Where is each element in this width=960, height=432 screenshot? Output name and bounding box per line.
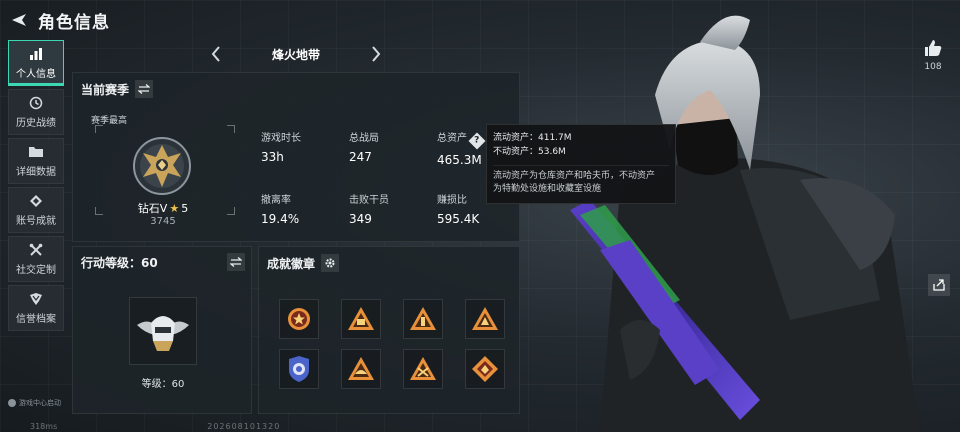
star-medal-icon <box>288 308 310 330</box>
tooltip-description: 流动资产为仓库资产和哈夫币，不动资产 为特勤处设施和收藏室设施 <box>493 165 669 196</box>
character-artwork <box>570 15 920 432</box>
level-title: 行动等级：60 <box>81 256 158 270</box>
tooltip-liquid-assets: 流动资产：411.7M <box>493 133 572 143</box>
level-emblem <box>129 297 197 365</box>
stat-profit-ratio: 赚损比 595.4K <box>437 195 480 226</box>
achievement-badge-3[interactable] <box>403 299 443 339</box>
stat-extraction-rate: 撤离率 19.4% <box>261 195 300 226</box>
achievements-title: 成就徽章 <box>267 256 316 271</box>
stat-play-time: 游戏时长 33h <box>261 133 301 164</box>
achievement-badge-8[interactable] <box>465 349 505 389</box>
achievement-badge-5[interactable] <box>279 349 319 389</box>
player-uid: 202608101320 <box>207 421 281 431</box>
chevron-left-icon[interactable] <box>206 44 226 64</box>
level-panel: 行动等级：60 等级：60 <box>72 246 252 414</box>
page-header: 角色信息 <box>8 6 110 34</box>
sidebar-item-label: 历史战绩 <box>16 118 56 129</box>
rank-score: 3745 <box>150 216 176 227</box>
sidebar-item-details[interactable]: 详细数据 <box>8 138 64 184</box>
achievement-badge-4[interactable] <box>465 299 505 339</box>
assets-tooltip: 流动资产：411.7M 不动资产：53.6M 流动资产为仓库资产和哈夫币，不动资… <box>486 124 676 204</box>
achievement-badge-7[interactable] <box>403 349 443 389</box>
stat-total-assets: 总资产? 465.3M <box>437 129 486 167</box>
share-icon <box>933 279 945 291</box>
mode-name: 烽火地带 <box>271 47 320 62</box>
achievements-panel: 成就徽章 <box>258 246 520 414</box>
stat-kills: 击败干员 349 <box>349 195 389 226</box>
sidebar-item-achievements[interactable]: 账号成就 <box>8 187 64 233</box>
sidebar-item-label: 社交定制 <box>16 265 56 276</box>
rank-emblem-icon <box>133 137 191 195</box>
page-title: 角色信息 <box>38 12 110 33</box>
season-title: 当前赛季 <box>81 82 130 97</box>
chevron-right-icon[interactable] <box>366 44 386 64</box>
share-button[interactable] <box>928 274 950 296</box>
sidebar-item-label: 账号成就 <box>16 216 56 227</box>
achievement-badge-1[interactable] <box>279 299 319 339</box>
sidebar-item-label: 个人信息 <box>16 69 56 80</box>
rank-name: 钻石V ★ 5 <box>137 201 189 216</box>
game-center-note: 游戏中心启动 <box>8 398 61 408</box>
sidebar-item-social[interactable]: 社交定制 <box>8 236 64 282</box>
triangle-badge-icon <box>348 307 374 330</box>
history-icon <box>29 95 43 111</box>
triangle-badge-icon <box>410 357 436 380</box>
season-panel: 当前赛季 赛季最高 钻石V ★ 5 3745 游戏时长 33h 总战局 247 … <box>72 72 520 242</box>
season-panel-header: 当前赛季 <box>81 80 154 98</box>
like-count: 108 <box>924 62 942 72</box>
triangle-badge-icon <box>472 307 498 330</box>
bar-chart-icon <box>29 46 43 62</box>
shield-badge-icon <box>289 356 309 382</box>
like-button[interactable]: 108 <box>918 38 948 72</box>
bottom-status-bar: 318ms 202608101320 <box>8 420 952 432</box>
tools-icon <box>29 242 43 258</box>
swap-season-button[interactable] <box>135 80 154 98</box>
folder-icon <box>28 144 44 160</box>
stat-total-matches: 总战局 247 <box>349 133 379 164</box>
star-icon: ★ <box>169 201 180 215</box>
achievement-icon <box>29 193 43 209</box>
winged-helmet-icon <box>137 316 189 351</box>
achievement-badge-6[interactable] <box>341 349 381 389</box>
achievements-panel-header: 成就徽章 <box>267 254 340 272</box>
help-icon[interactable]: ? <box>468 132 486 150</box>
achievement-badge-2[interactable] <box>341 299 381 339</box>
diamond-badge-icon <box>472 356 498 382</box>
gear-icon <box>325 258 335 268</box>
settings-gear-button[interactable] <box>321 254 340 272</box>
sidebar-item-label: 信誉档案 <box>16 314 56 325</box>
level-panel-header: 行动等级：60 <box>81 254 158 271</box>
sidebar: 个人信息 历史战绩 详细数据 账号成就 社交定制 信誉档案 <box>8 40 64 334</box>
triangle-badge-icon <box>410 307 436 330</box>
sidebar-item-history[interactable]: 历史战绩 <box>8 89 64 135</box>
ping-value: 318ms <box>30 421 58 431</box>
sidebar-item-reputation[interactable]: 信誉档案 <box>8 285 64 331</box>
thumbs-up-icon <box>925 40 942 56</box>
back-arrow-icon[interactable] <box>8 9 30 31</box>
tooltip-fixed-assets: 不动资产：53.6M <box>493 147 566 157</box>
mode-selector: 烽火地带 <box>72 40 520 68</box>
game-center-icon <box>8 399 16 407</box>
sidebar-item-label: 详细数据 <box>16 167 56 178</box>
swap-level-button[interactable] <box>227 253 245 271</box>
shield-icon <box>29 291 43 307</box>
level-text: 等级：60 <box>141 379 185 390</box>
sidebar-item-personal-info[interactable]: 个人信息 <box>8 40 64 86</box>
triangle-badge-icon <box>348 357 374 380</box>
